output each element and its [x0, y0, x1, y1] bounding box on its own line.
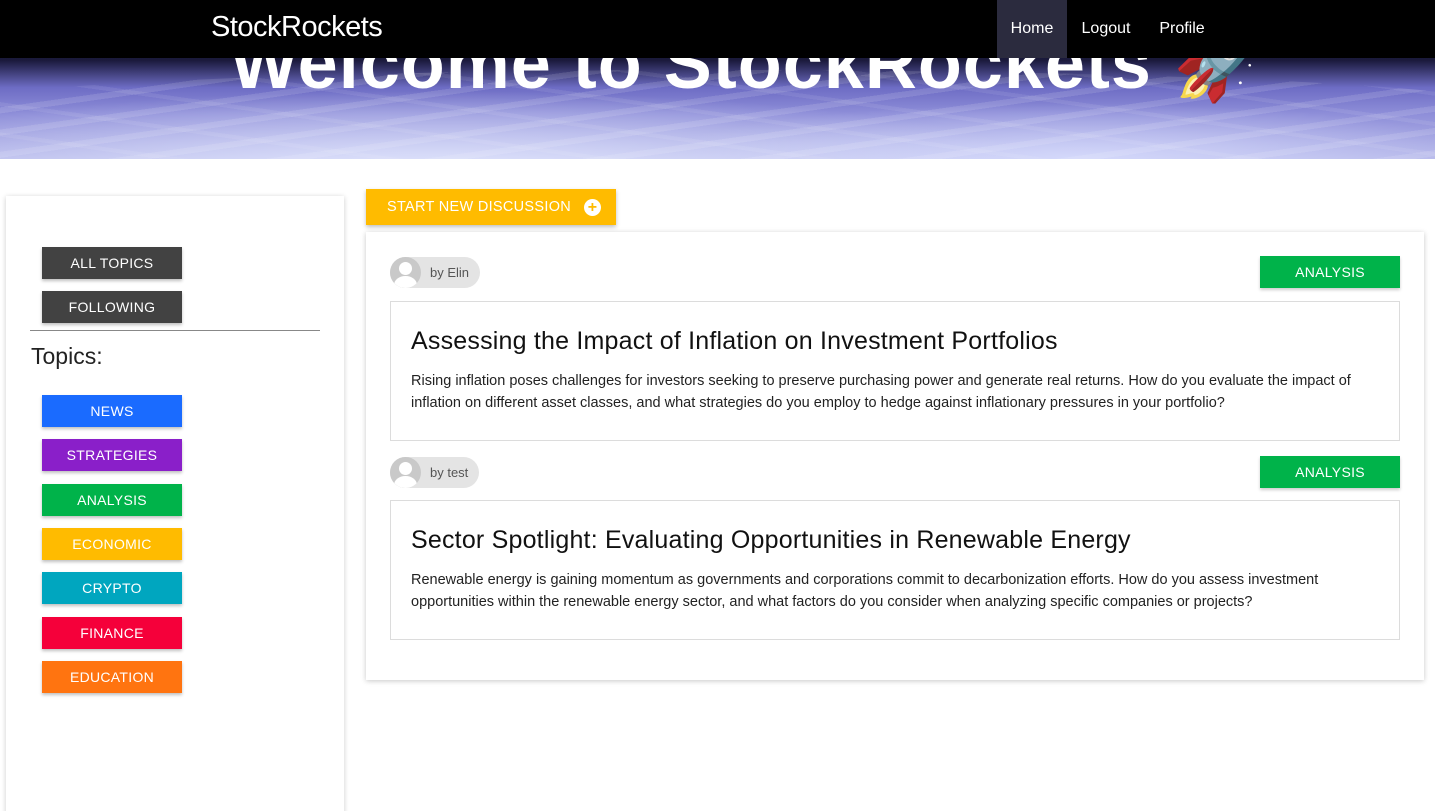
category-badge[interactable]: ANALYSIS [1260, 256, 1400, 288]
brand-logo[interactable]: StockRockets [211, 11, 383, 44]
plus-circle-icon: + [584, 198, 602, 216]
start-new-discussion-label: START NEW DISCUSSION [387, 199, 572, 215]
nav-profile[interactable]: Profile [1150, 0, 1214, 58]
topic-news-button[interactable]: NEWS [42, 395, 182, 427]
post-body: Renewable energy is gaining momentum as … [411, 572, 1319, 610]
topic-finance-button[interactable]: FINANCE [42, 617, 182, 649]
post-card[interactable]: Assessing the Impact of Inflation on Inv… [390, 301, 1400, 441]
topics-sidebar: ALL TOPICS FOLLOWING Topics: NEWS STRATE… [6, 196, 344, 811]
topics-heading: Topics: [31, 343, 103, 369]
discussion-list: by Elin ANALYSIS Assessing the Impact of… [366, 232, 1424, 680]
topic-strategies-button[interactable]: STRATEGIES [42, 439, 182, 471]
category-badge[interactable]: ANALYSIS [1260, 456, 1400, 488]
post-card[interactable]: Sector Spotlight: Evaluating Opportuniti… [390, 500, 1400, 640]
post-body: Rising inflation poses challenges for in… [411, 373, 1351, 411]
post-header: by Elin ANALYSIS [390, 256, 1400, 288]
avatar-icon [390, 457, 421, 488]
topic-economic-button[interactable]: ECONOMIC [42, 528, 182, 560]
topic-crypto-button[interactable]: CRYPTO [42, 572, 182, 604]
start-new-discussion-button[interactable]: START NEW DISCUSSION + [366, 189, 616, 225]
author-name: by Elin [430, 265, 470, 280]
nav-logout[interactable]: Logout [1074, 0, 1138, 58]
sidebar-divider [30, 330, 320, 331]
topic-analysis-button[interactable]: ANALYSIS [42, 484, 182, 516]
avatar-icon [390, 257, 421, 288]
post-title[interactable]: Assessing the Impact of Inflation on Inv… [411, 325, 1379, 357]
post-header: by test ANALYSIS [390, 456, 1400, 488]
author-name: by test [430, 465, 469, 480]
nav-home[interactable]: Home [997, 0, 1067, 58]
navbar: StockRockets Home Logout Profile [0, 0, 1435, 58]
author-chip[interactable]: by test [390, 457, 480, 488]
topic-education-button[interactable]: EDUCATION [42, 661, 182, 693]
post-title[interactable]: Sector Spotlight: Evaluating Opportuniti… [411, 524, 1379, 556]
author-chip[interactable]: by Elin [390, 257, 481, 288]
following-button[interactable]: FOLLOWING [42, 291, 182, 323]
all-topics-button[interactable]: ALL TOPICS [42, 247, 182, 279]
